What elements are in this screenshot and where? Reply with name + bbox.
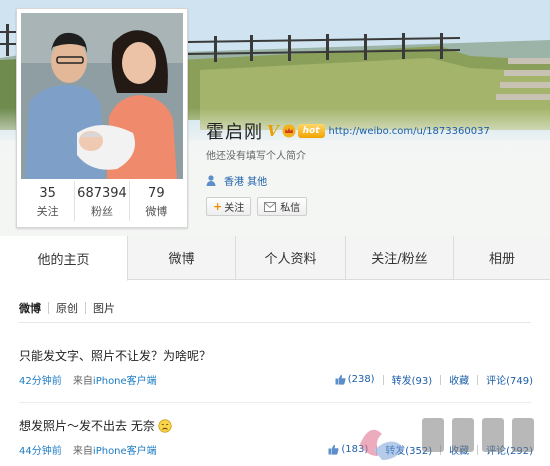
filter-separator xyxy=(48,302,49,314)
post-text: 只能发文字、照片不让发？为啥呢？ xyxy=(19,348,533,364)
post-meta: 42分钟前 来自iPhone客户端 (238) 转发(93) 收藏 评论(749… xyxy=(19,372,533,387)
stats-bar: 35 关注 687394 粉丝 79 微博 xyxy=(21,181,183,221)
post-time[interactable]: 44分钟前 xyxy=(19,446,62,457)
thumbs-up-icon xyxy=(335,374,346,385)
action-separator xyxy=(382,374,384,385)
stat-following-label: 关注 xyxy=(36,205,59,218)
envelope-icon xyxy=(264,201,277,212)
feed-post: 只能发文字、照片不让发？为啥呢？ 42分钟前 来自iPhone客户端 (238)… xyxy=(19,348,533,387)
post-text-content: 只能发文字、照片不让发？为啥呢？ xyxy=(19,349,212,363)
post-meta: 44分钟前 来自iPhone客户端 (183) 转发(352) 收藏 评论(29… xyxy=(19,442,533,457)
action-separator xyxy=(477,374,479,385)
location-row: 香港 其他 xyxy=(206,173,546,188)
post-source: 44分钟前 来自iPhone客户端 xyxy=(19,442,157,457)
like-count: (238) xyxy=(347,374,375,385)
stat-following-count: 35 xyxy=(39,186,56,201)
post-client[interactable]: iPhone客户端 xyxy=(93,376,157,387)
filter-divider xyxy=(19,322,531,323)
tab-home[interactable]: 他的主页 xyxy=(0,236,128,281)
comment-button[interactable]: 评论(292) xyxy=(486,442,533,457)
favorite-button[interactable]: 收藏 xyxy=(449,442,469,457)
follow-label: 关注 xyxy=(224,203,245,214)
action-separator xyxy=(440,444,442,455)
action-separator xyxy=(376,444,378,455)
post-from-prefix: 来自 xyxy=(72,446,93,457)
thumbs-up-icon xyxy=(328,444,339,455)
stat-fans-count: 687394 xyxy=(77,186,127,201)
post-divider xyxy=(19,402,531,403)
plus-icon: + xyxy=(213,200,223,213)
location-text[interactable]: 香港 其他 xyxy=(224,173,267,188)
tab-profile[interactable]: 个人资料 xyxy=(236,236,346,279)
tab-album[interactable]: 相册 xyxy=(454,236,550,279)
vip-badge[interactable]: hot xyxy=(297,124,325,138)
avatar[interactable] xyxy=(21,13,183,179)
message-button[interactable]: 私信 xyxy=(257,197,308,216)
profile-bio: 他还没有填写个人简介 xyxy=(206,151,306,162)
post-time[interactable]: 42分钟前 xyxy=(19,376,62,387)
action-buttons: + 关注 私信 xyxy=(206,197,546,216)
profile-url-link[interactable]: http://weibo.com/u/1873360037 xyxy=(329,126,490,137)
post-text-content: 想发照片～发不出去 无奈 xyxy=(19,419,155,433)
person-icon xyxy=(206,175,216,186)
profile-info: 霍启刚 V hot http://weibo.com/u/1873360037 … xyxy=(206,118,546,216)
filter-original[interactable]: 原创 xyxy=(56,300,78,316)
avatar-photo xyxy=(21,13,183,179)
feed-filters: 微博 原创 图片 xyxy=(19,300,115,316)
tab-weibo[interactable]: 微博 xyxy=(128,236,236,279)
avatar-card: 35 关注 687394 粉丝 79 微博 xyxy=(16,8,188,228)
like-button[interactable]: (238) xyxy=(335,374,375,385)
post-actions: (238) 转发(93) 收藏 评论(749) xyxy=(335,372,533,387)
filter-separator xyxy=(85,302,86,314)
post-source: 42分钟前 来自iPhone客户端 xyxy=(19,372,157,387)
stat-following[interactable]: 35 关注 xyxy=(21,181,76,221)
feed-post: 想发照片～发不出去 无奈 44分钟前 来自iPhone客户端 (183) 转发(… xyxy=(19,418,533,457)
stat-fans[interactable]: 687394 粉丝 xyxy=(75,181,130,221)
stat-weibo-label: 微博 xyxy=(145,205,168,218)
post-text: 想发照片～发不出去 无奈 xyxy=(19,418,533,434)
name-row: 霍启刚 V hot http://weibo.com/u/1873360037 xyxy=(206,118,546,144)
post-client[interactable]: iPhone客户端 xyxy=(93,446,157,457)
action-separator xyxy=(477,444,479,455)
profile-name: 霍启刚 xyxy=(206,122,263,143)
sad-face-icon xyxy=(158,419,172,433)
message-label: 私信 xyxy=(280,203,301,214)
comment-button[interactable]: 评论(749) xyxy=(486,372,533,387)
stat-weibo[interactable]: 79 微博 xyxy=(130,181,183,221)
follow-button[interactable]: + 关注 xyxy=(206,197,252,216)
action-separator xyxy=(440,374,442,385)
profile-tabs: 他的主页 微博 个人资料 关注/粉丝 相册 xyxy=(0,236,550,281)
like-button[interactable]: (183) xyxy=(328,444,368,455)
favorite-button[interactable]: 收藏 xyxy=(449,372,469,387)
stat-weibo-count: 79 xyxy=(148,186,165,201)
post-actions: (183) 转发(352) 收藏 评论(292) xyxy=(328,442,533,457)
tab-follow-fans[interactable]: 关注/粉丝 xyxy=(346,236,454,279)
post-from-prefix: 来自 xyxy=(72,376,93,387)
filter-weibo[interactable]: 微博 xyxy=(19,300,41,316)
verified-badge[interactable]: V xyxy=(267,122,279,140)
repost-button[interactable]: 转发(352) xyxy=(385,442,432,457)
filter-images[interactable]: 图片 xyxy=(93,300,115,316)
repost-button[interactable]: 转发(93) xyxy=(392,372,433,387)
stat-fans-label: 粉丝 xyxy=(90,205,113,218)
crown-icon[interactable] xyxy=(282,124,296,138)
like-count: (183) xyxy=(341,444,369,455)
